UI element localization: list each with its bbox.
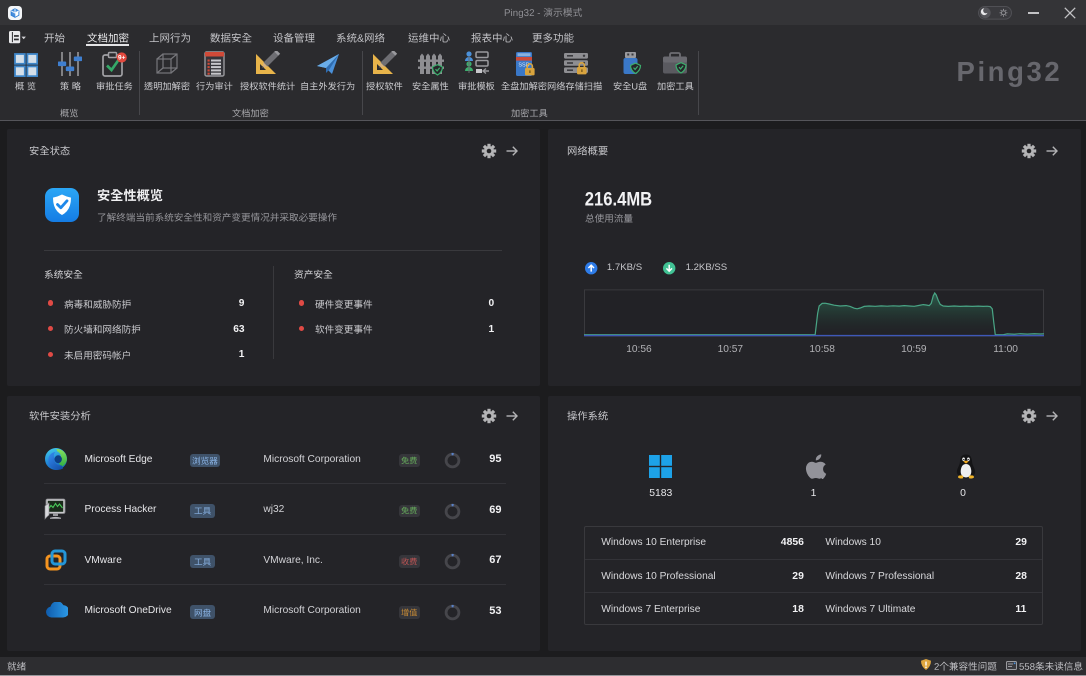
svg-text:9+: 9+ <box>118 55 126 62</box>
